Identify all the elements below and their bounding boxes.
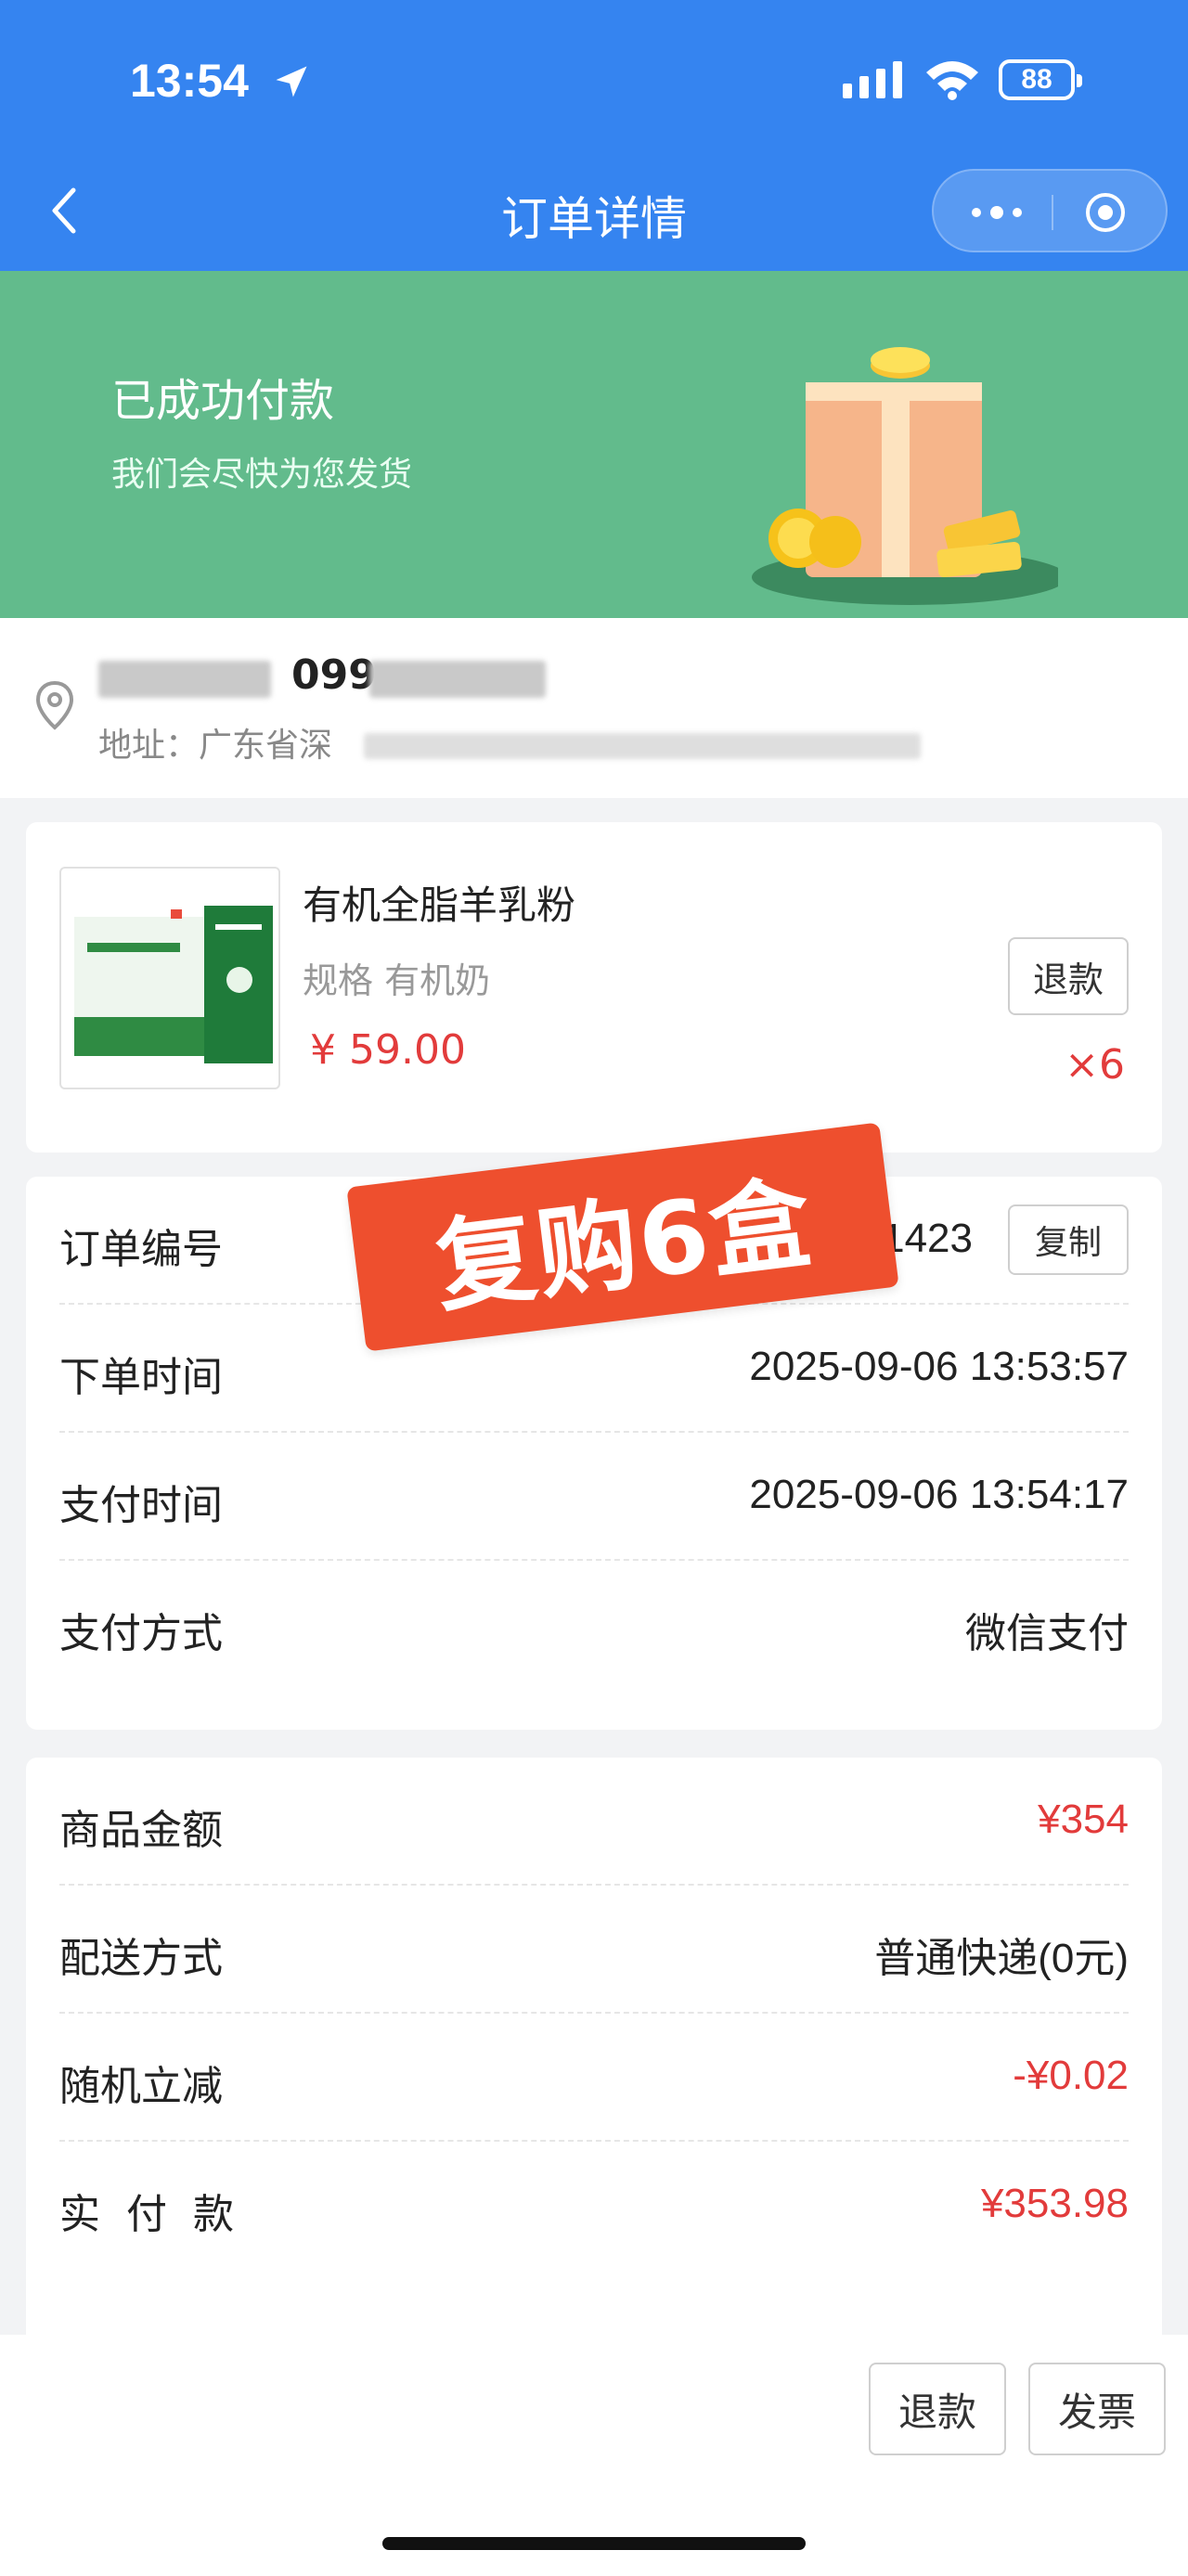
copy-button[interactable]: 复制	[1008, 1204, 1129, 1275]
gift-box-icon	[752, 347, 1058, 605]
delivery-row: 配送方式 普通快递(0元)	[59, 1886, 1129, 2014]
mini-program-capsule	[932, 169, 1168, 252]
product-quantity: ×6	[1065, 1041, 1125, 1088]
milk-powder-box-icon	[74, 906, 273, 1063]
pay-time-value: 2025-09-06 13:54:17	[749, 1472, 1129, 1517]
invoice-button[interactable]: 发票	[1028, 2363, 1166, 2455]
location-pin-icon	[35, 680, 74, 730]
delivery-label: 配送方式	[59, 1935, 223, 1982]
header: 13:54 88 订单详情	[0, 0, 1188, 271]
capsule-divider	[1052, 195, 1053, 230]
order-time-label: 下单时间	[59, 1354, 223, 1401]
banner-title: 已成功付款	[111, 375, 335, 427]
paid-row: 实付款 ¥353.98	[59, 2142, 1129, 2270]
refund-button[interactable]: 退款	[869, 2363, 1006, 2455]
product-name: 有机全脂羊乳粉	[303, 882, 576, 928]
discount-value: -¥0.02	[1013, 2053, 1129, 2098]
goods-amount-value: ¥354	[1038, 1797, 1129, 1842]
product-card: 有机全脂羊乳粉 规格 有机奶 ¥ 59.00 退款 ×6	[26, 822, 1162, 1153]
blurred-phone	[369, 661, 546, 698]
address-card[interactable]: 099 地址：广东省深	[0, 618, 1188, 798]
banner-subtitle: 我们会尽快为您发货	[111, 456, 413, 494]
status-time: 13:54	[130, 55, 249, 107]
product-image[interactable]	[59, 867, 280, 1089]
goods-amount-row: 商品金额 ¥354	[59, 1758, 1129, 1886]
paid-value: ¥353.98	[980, 2181, 1129, 2226]
order-time-value: 2025-09-06 13:53:57	[749, 1344, 1129, 1389]
discount-row: 随机立减 -¥0.02	[59, 2014, 1129, 2142]
more-button[interactable]	[960, 191, 1034, 234]
address-line: 地址：广东省深	[98, 727, 333, 765]
goods-amount-label: 商品金额	[59, 1807, 223, 1854]
delivery-value: 普通快递(0元)	[874, 1936, 1129, 1981]
battery-level: 88	[1021, 64, 1052, 95]
pay-time-label: 支付时间	[59, 1482, 223, 1529]
close-target-icon[interactable]	[1082, 189, 1129, 236]
cellular-signal-icon	[843, 61, 902, 98]
discount-label: 随机立减	[59, 2063, 223, 2110]
location-arrow-icon	[276, 66, 307, 97]
wifi-icon	[926, 61, 978, 100]
paid-label: 实付款	[59, 2191, 260, 2238]
address-phone-fragment: 099	[291, 651, 377, 699]
home-indicator	[382, 2537, 806, 2550]
order-time-row: 下单时间 2025-09-06 13:53:57	[59, 1305, 1129, 1433]
product-spec: 规格 有机奶	[303, 960, 491, 1001]
pay-method-value: 微信支付	[965, 1611, 1129, 1656]
payment-banner: 已成功付款 我们会尽快为您发货	[0, 271, 1188, 618]
product-price: ¥ 59.00	[310, 1026, 466, 1074]
item-refund-button[interactable]: 退款	[1008, 937, 1129, 1015]
pay-time-row: 支付时间 2025-09-06 13:54:17	[59, 1433, 1129, 1561]
pay-method-row: 支付方式 微信支付	[59, 1561, 1129, 1689]
blurred-name	[98, 661, 271, 698]
more-dots-icon	[972, 206, 1022, 219]
blurred-address	[364, 733, 921, 759]
pay-method-label: 支付方式	[59, 1610, 223, 1657]
order-number-label: 订单编号	[59, 1226, 223, 1273]
battery-indicator: 88	[999, 59, 1082, 100]
